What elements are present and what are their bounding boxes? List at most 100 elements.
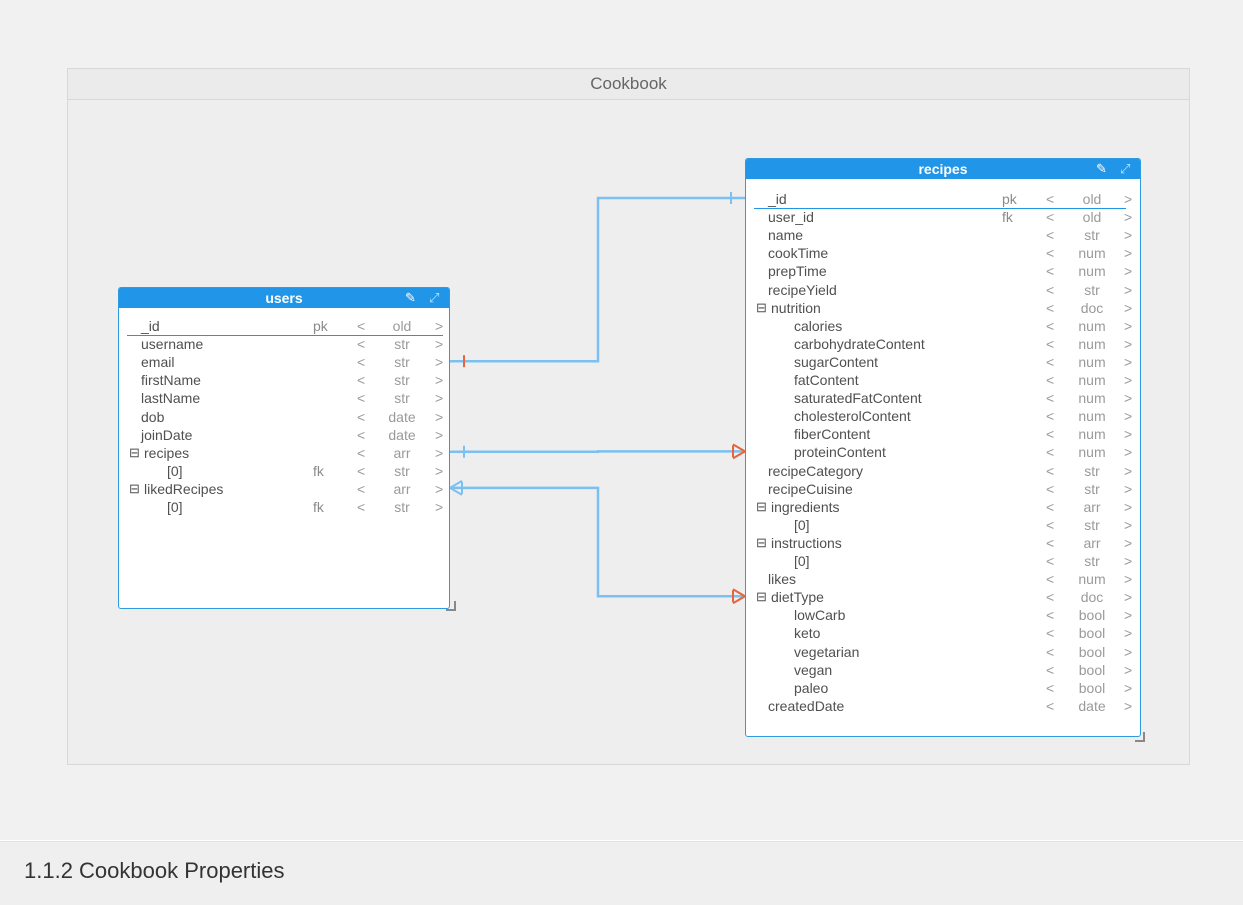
chevron-right-icon[interactable]: >	[1124, 516, 1132, 534]
table-header-recipes[interactable]: recipes✎⤢	[746, 159, 1140, 179]
collapse-toggle-icon[interactable]: ⊟	[756, 588, 767, 606]
pencil-icon[interactable]: ✎	[1096, 159, 1107, 179]
field-row[interactable]: proteinContent<num>	[746, 443, 1140, 461]
chevron-right-icon[interactable]: >	[1124, 606, 1132, 624]
chevron-left-icon[interactable]: <	[1046, 425, 1054, 443]
chevron-left-icon[interactable]: <	[1046, 624, 1054, 642]
field-row[interactable]: ⊟recipes<arr>	[119, 444, 449, 462]
field-row[interactable]: sugarContent<num>	[746, 353, 1140, 371]
chevron-left-icon[interactable]: <	[1046, 697, 1054, 715]
chevron-left-icon[interactable]: <	[1046, 516, 1054, 534]
chevron-left-icon[interactable]: <	[1046, 299, 1054, 317]
field-row[interactable]: keto<bool>	[746, 624, 1140, 642]
chevron-right-icon[interactable]: >	[1124, 389, 1132, 407]
table-header-users[interactable]: users✎⤢	[119, 288, 449, 308]
table-recipes[interactable]: recipes✎⤢_idpk<old>user_idfk<old>name<st…	[745, 158, 1141, 737]
collapse-toggle-icon[interactable]: ⊟	[756, 534, 767, 552]
chevron-right-icon[interactable]: >	[1124, 588, 1132, 606]
chevron-left-icon[interactable]: <	[1046, 407, 1054, 425]
chevron-right-icon[interactable]: >	[1124, 371, 1132, 389]
field-row[interactable]: ⊟instructions<arr>	[746, 534, 1140, 552]
chevron-left-icon[interactable]: <	[357, 426, 365, 444]
field-row[interactable]: cholesterolContent<num>	[746, 407, 1140, 425]
chevron-right-icon[interactable]: >	[1124, 679, 1132, 697]
chevron-left-icon[interactable]: <	[1046, 371, 1054, 389]
expand-icon[interactable]: ⤢	[429, 288, 439, 308]
field-row[interactable]: calories<num>	[746, 317, 1140, 335]
chevron-right-icon[interactable]: >	[435, 371, 443, 389]
field-row[interactable]: carbohydrateContent<num>	[746, 335, 1140, 353]
chevron-left-icon[interactable]: <	[357, 353, 365, 371]
field-row[interactable]: vegan<bool>	[746, 661, 1140, 679]
chevron-left-icon[interactable]: <	[1046, 244, 1054, 262]
chevron-right-icon[interactable]: >	[435, 408, 443, 426]
field-row[interactable]: recipeCuisine<str>	[746, 480, 1140, 498]
chevron-right-icon[interactable]: >	[1124, 552, 1132, 570]
chevron-left-icon[interactable]: <	[1046, 317, 1054, 335]
field-row[interactable]: name<str>	[746, 226, 1140, 244]
chevron-left-icon[interactable]: <	[357, 317, 365, 335]
chevron-left-icon[interactable]: <	[357, 462, 365, 480]
chevron-right-icon[interactable]: >	[1124, 425, 1132, 443]
field-row[interactable]: fatContent<num>	[746, 371, 1140, 389]
field-row[interactable]: cookTime<num>	[746, 244, 1140, 262]
chevron-right-icon[interactable]: >	[1124, 661, 1132, 679]
field-row[interactable]: [0]<str>	[746, 516, 1140, 534]
field-row[interactable]: ⊟dietType<doc>	[746, 588, 1140, 606]
field-row[interactable]: user_idfk<old>	[746, 208, 1140, 226]
chevron-left-icon[interactable]: <	[1046, 534, 1054, 552]
resize-handle-recipes[interactable]	[1135, 732, 1145, 742]
field-row[interactable]: recipeCategory<str>	[746, 462, 1140, 480]
chevron-left-icon[interactable]: <	[1046, 570, 1054, 588]
field-row[interactable]: recipeYield<str>	[746, 281, 1140, 299]
chevron-left-icon[interactable]: <	[357, 480, 365, 498]
field-row[interactable]: vegetarian<bool>	[746, 643, 1140, 661]
chevron-right-icon[interactable]: >	[1124, 317, 1132, 335]
chevron-right-icon[interactable]: >	[435, 462, 443, 480]
chevron-left-icon[interactable]: <	[1046, 190, 1054, 208]
chevron-right-icon[interactable]: >	[435, 353, 443, 371]
chevron-right-icon[interactable]: >	[1124, 262, 1132, 280]
field-row[interactable]: lastName<str>	[119, 389, 449, 407]
field-row[interactable]: email<str>	[119, 353, 449, 371]
expand-icon[interactable]: ⤢	[1120, 159, 1130, 179]
chevron-left-icon[interactable]: <	[1046, 643, 1054, 661]
chevron-left-icon[interactable]: <	[1046, 443, 1054, 461]
chevron-right-icon[interactable]: >	[1124, 443, 1132, 461]
field-row[interactable]: joinDate<date>	[119, 426, 449, 444]
chevron-left-icon[interactable]: <	[1046, 480, 1054, 498]
chevron-right-icon[interactable]: >	[1124, 190, 1132, 208]
chevron-right-icon[interactable]: >	[435, 426, 443, 444]
chevron-right-icon[interactable]: >	[1124, 462, 1132, 480]
chevron-left-icon[interactable]: <	[357, 371, 365, 389]
chevron-right-icon[interactable]: >	[1124, 335, 1132, 353]
field-row[interactable]: dob<date>	[119, 408, 449, 426]
chevron-right-icon[interactable]: >	[1124, 697, 1132, 715]
collapse-toggle-icon[interactable]: ⊟	[756, 299, 767, 317]
chevron-left-icon[interactable]: <	[1046, 498, 1054, 516]
chevron-left-icon[interactable]: <	[1046, 389, 1054, 407]
chevron-right-icon[interactable]: >	[1124, 226, 1132, 244]
chevron-right-icon[interactable]: >	[1124, 407, 1132, 425]
chevron-right-icon[interactable]: >	[1124, 281, 1132, 299]
pencil-icon[interactable]: ✎	[405, 288, 416, 308]
field-row[interactable]: [0]fk<str>	[119, 462, 449, 480]
field-row[interactable]: createdDate<date>	[746, 697, 1140, 715]
chevron-left-icon[interactable]: <	[1046, 208, 1054, 226]
resize-handle-users[interactable]	[446, 601, 456, 611]
chevron-left-icon[interactable]: <	[1046, 281, 1054, 299]
chevron-left-icon[interactable]: <	[357, 498, 365, 516]
chevron-left-icon[interactable]: <	[1046, 262, 1054, 280]
chevron-right-icon[interactable]: >	[1124, 244, 1132, 262]
chevron-left-icon[interactable]: <	[1046, 661, 1054, 679]
chevron-right-icon[interactable]: >	[1124, 299, 1132, 317]
chevron-left-icon[interactable]: <	[1046, 226, 1054, 244]
chevron-right-icon[interactable]: >	[1124, 534, 1132, 552]
collapse-toggle-icon[interactable]: ⊟	[756, 498, 767, 516]
field-row[interactable]: _idpk<old>	[746, 190, 1140, 208]
collapse-toggle-icon[interactable]: ⊟	[129, 444, 140, 462]
chevron-right-icon[interactable]: >	[1124, 570, 1132, 588]
table-users[interactable]: users✎⤢_idpk<old>username<str>email<str>…	[118, 287, 450, 609]
chevron-left-icon[interactable]: <	[357, 335, 365, 353]
chevron-left-icon[interactable]: <	[1046, 606, 1054, 624]
